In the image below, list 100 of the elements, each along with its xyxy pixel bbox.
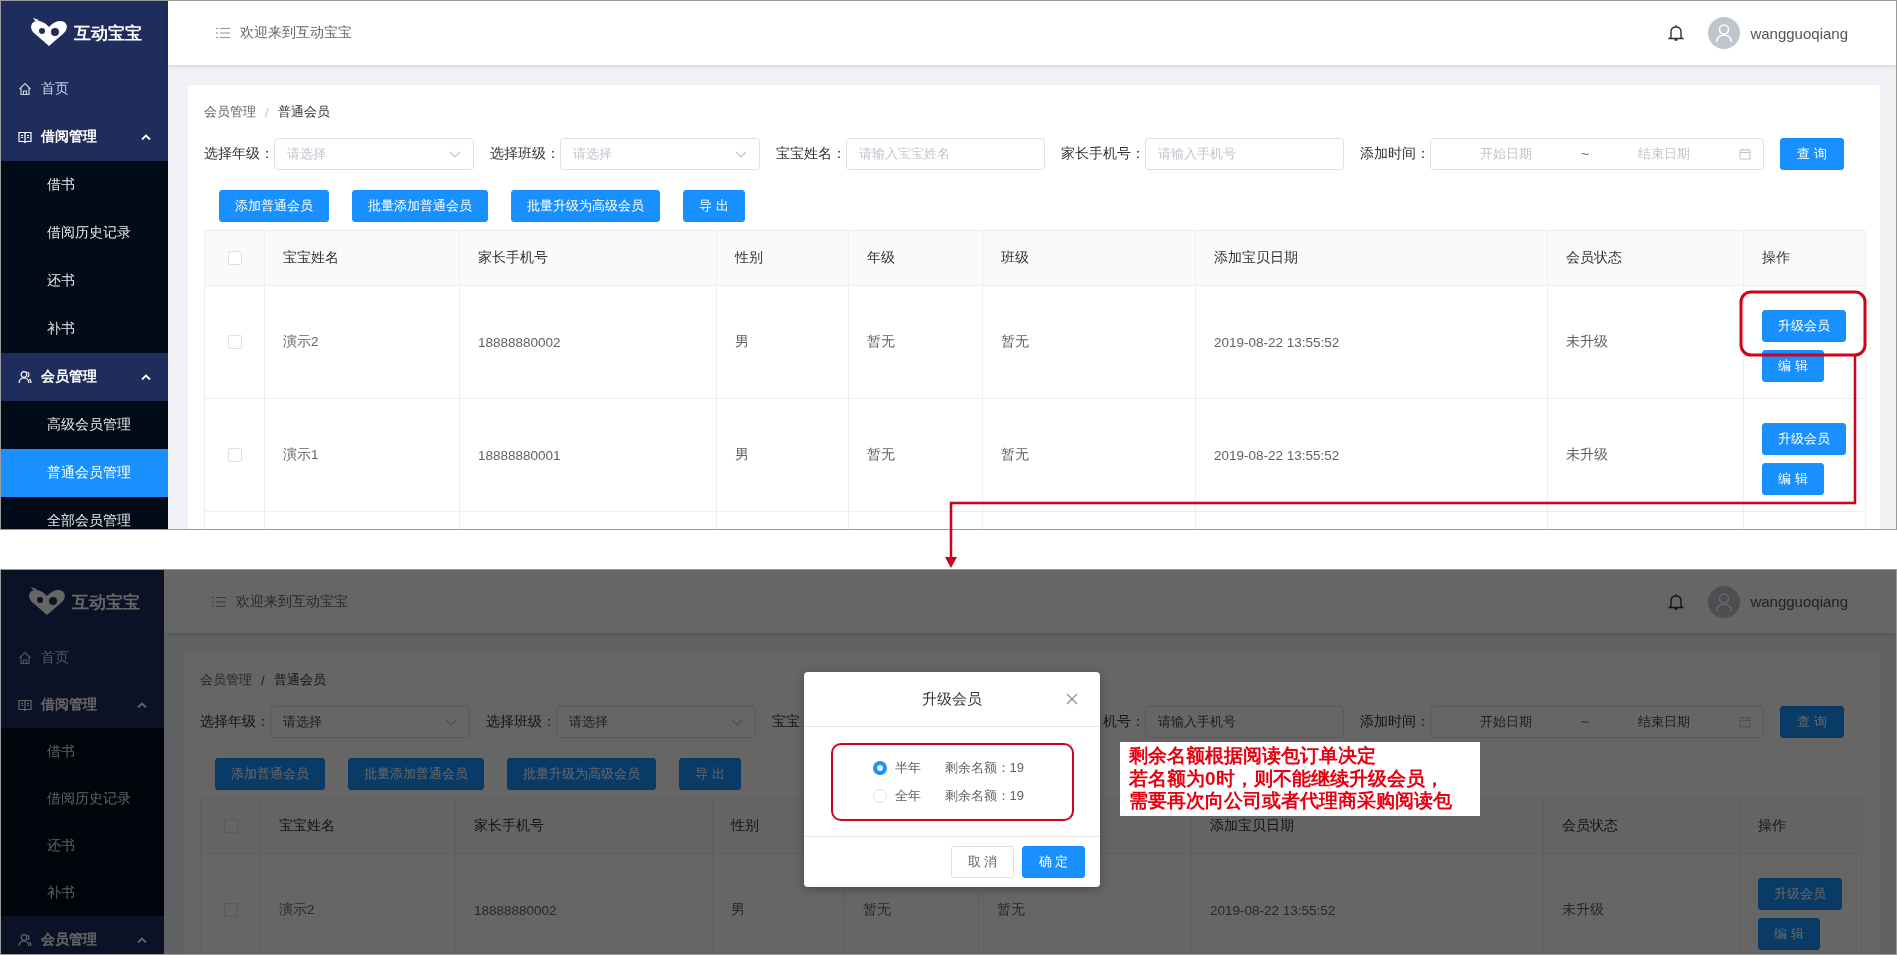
breadcrumb-item[interactable]: 会员管理 — [200, 671, 252, 689]
menu-icon[interactable] — [216, 27, 230, 39]
table-cell: 演示2 — [283, 333, 319, 351]
menu-item[interactable]: 借书 — [1, 161, 168, 209]
menu-item[interactable]: 高级会员管理 — [1, 401, 168, 449]
row-button[interactable]: 编 辑 — [1762, 463, 1824, 495]
column-header: 年级 — [867, 249, 895, 267]
menu-group[interactable]: 会员管理 — [1, 916, 164, 954]
filter-label: 选择班级： — [486, 713, 556, 731]
calendar-icon — [1739, 716, 1751, 728]
bell-icon[interactable] — [1668, 24, 1685, 42]
user-name[interactable]: wangguoqiang — [1750, 593, 1848, 610]
close-icon[interactable] — [1066, 693, 1078, 705]
action-button[interactable]: 导 出 — [679, 758, 741, 790]
column-header: 班级 — [1001, 249, 1029, 267]
avatar-icon[interactable] — [1708, 585, 1741, 618]
menu-group[interactable]: 会员管理 — [1, 353, 168, 401]
checkbox[interactable] — [227, 251, 242, 265]
action-button[interactable]: 添加普通会员 — [215, 758, 325, 790]
filter-label: 家长手机号： — [1061, 145, 1145, 163]
row-button[interactable]: 升级会员 — [1762, 423, 1846, 455]
home-icon — [18, 650, 32, 665]
breadcrumb-item[interactable]: 会员管理 — [204, 103, 256, 121]
table-cell: 暂无 — [867, 333, 895, 351]
row-button[interactable]: 升级会员 — [1762, 310, 1846, 342]
filter-label: 添加时间： — [1360, 145, 1430, 163]
menu-group[interactable]: 首页 — [1, 65, 168, 113]
chevron-icon — [137, 701, 147, 708]
menu-item[interactable]: 借书 — [1, 728, 164, 775]
dialog-button[interactable]: 取 消 — [951, 846, 1014, 878]
menu-group[interactable]: 借阅管理 — [1, 681, 164, 728]
query-button[interactable]: 查 询 — [1780, 706, 1844, 738]
select-field[interactable]: 请选择 — [270, 706, 470, 738]
input-field[interactable]: 请输入手机号 — [1145, 706, 1344, 738]
date-range-field[interactable]: 开始日期 ~ 结束日期 — [1430, 138, 1764, 170]
column-header: 添加宝贝日期 — [1210, 817, 1294, 835]
table-cell: 未升级 — [1566, 333, 1608, 351]
menu-item[interactable]: 还书 — [1, 257, 168, 305]
filter-label: 选择年级： — [200, 713, 270, 731]
column-header: 添加宝贝日期 — [1214, 249, 1298, 267]
menu-icon[interactable] — [212, 595, 226, 608]
query-button[interactable]: 查 询 — [1780, 138, 1844, 170]
action-button[interactable]: 添加普通会员 — [219, 190, 329, 222]
column-header: 家长手机号 — [478, 249, 548, 267]
breadcrumb-item: 普通会员 — [277, 103, 330, 121]
table-cell: 2019-08-22 13:55:52 — [1210, 902, 1336, 918]
table-cell: 暂无 — [1001, 333, 1029, 351]
radio-button[interactable] — [872, 760, 887, 775]
checkbox[interactable] — [227, 335, 242, 349]
breadcrumb-separator: / — [265, 104, 269, 120]
column-header: 性别 — [731, 817, 759, 835]
table-cell: 男 — [735, 446, 749, 464]
user-name[interactable]: wangguoqiang — [1750, 24, 1848, 42]
welcome-text: 欢迎来到互动宝宝 — [236, 592, 348, 611]
filter-label: 选择班级： — [490, 145, 560, 163]
table-cell: 暂无 — [997, 901, 1025, 919]
row-button[interactable]: 升级会员 — [1758, 878, 1842, 910]
menu-item[interactable]: 补书 — [1, 305, 168, 353]
table-cell: 2019-08-22 13:55:52 — [1214, 447, 1340, 463]
date-range-field[interactable]: 开始日期 ~ 结束日期 — [1430, 706, 1764, 738]
select-field[interactable]: 请选择 — [274, 138, 474, 170]
option-label[interactable]: 全年 — [894, 786, 945, 805]
menu-group[interactable]: 首页 — [1, 634, 164, 681]
filter-label: 宝宝姓名： — [776, 145, 846, 163]
row-button[interactable]: 编 辑 — [1758, 918, 1820, 950]
chevron-icon — [449, 150, 461, 158]
table-cell: 男 — [731, 901, 745, 919]
menu-item[interactable]: 还书 — [1, 822, 164, 869]
table-cell: 未升级 — [1562, 901, 1604, 919]
action-button[interactable]: 批量升级为高级会员 — [507, 758, 656, 790]
input-field[interactable]: 请输入手机号 — [1145, 138, 1344, 170]
select-field[interactable]: 请选择 — [556, 706, 756, 738]
action-button[interactable]: 导 出 — [683, 190, 745, 222]
table-cell: 男 — [735, 333, 749, 351]
menu-item[interactable]: 借阅历史记录 — [1, 775, 164, 822]
column-header: 宝宝姓名 — [283, 249, 339, 267]
chevron-icon — [445, 718, 457, 726]
avatar-icon[interactable] — [1708, 17, 1741, 49]
dialog-button[interactable]: 确 定 — [1022, 846, 1085, 878]
menu-group[interactable]: 借阅管理 — [1, 113, 168, 161]
home-icon — [18, 82, 32, 96]
select-field[interactable]: 请选择 — [560, 138, 760, 170]
action-button[interactable]: 批量添加普通会员 — [348, 758, 484, 790]
menu-item[interactable]: 普通会员管理 — [1, 449, 168, 497]
checkbox[interactable] — [227, 448, 242, 462]
filter-label: 机号： — [1103, 713, 1145, 731]
filter-label: 选择年级： — [204, 145, 274, 163]
action-button[interactable]: 批量升级为高级会员 — [511, 190, 660, 222]
quota-text: 剩余名额：19 — [944, 786, 1024, 805]
action-button[interactable]: 批量添加普通会员 — [352, 190, 488, 222]
filter-label: 宝宝 — [772, 713, 800, 731]
menu-item[interactable]: 全部会员管理 — [1, 497, 168, 529]
menu-item[interactable]: 补书 — [1, 869, 164, 916]
input-field[interactable]: 请输入宝宝姓名 — [846, 138, 1045, 170]
menu-item[interactable]: 借阅历史记录 — [1, 209, 168, 257]
annotation-note: 剩余名额根据阅读包订单决定 若名额为0时，则不能继续升级会员， 需要再次向公司或者代理商采购阅读包 — [1120, 742, 1480, 816]
chevron-icon — [137, 936, 147, 943]
option-label[interactable]: 半年 — [894, 758, 945, 777]
chevron-icon — [731, 718, 743, 726]
filter-label: 添加时间： — [1360, 713, 1430, 731]
